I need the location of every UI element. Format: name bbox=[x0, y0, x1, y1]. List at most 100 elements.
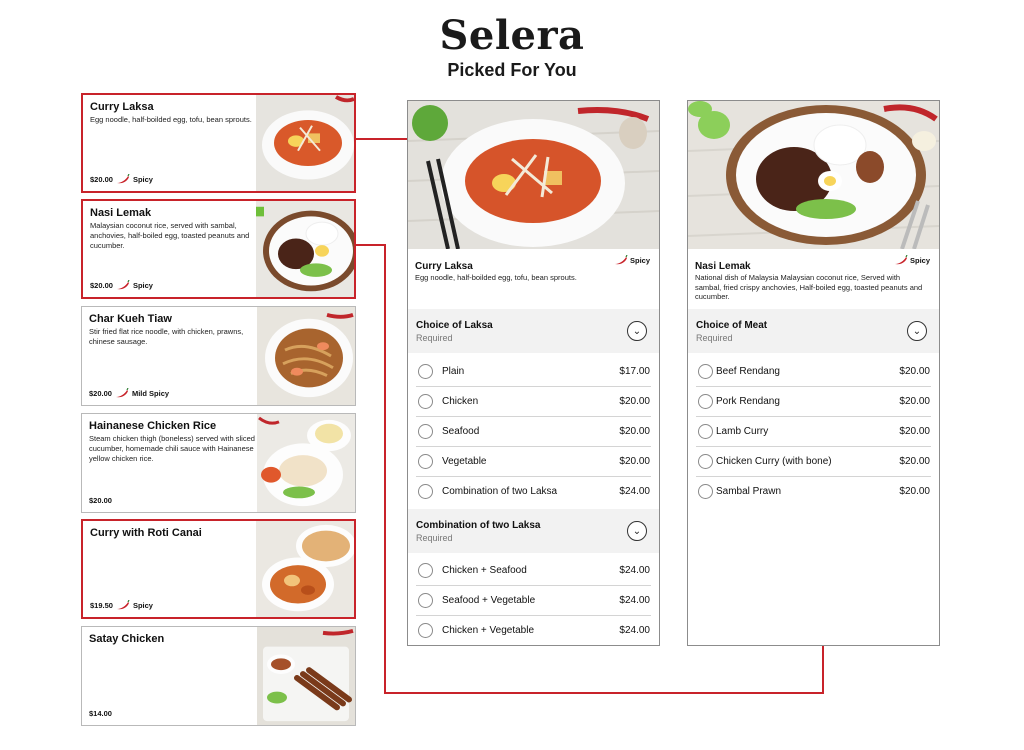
option-price: $20.00 bbox=[619, 396, 650, 407]
menu-item-name: Char Kueh Tiaw bbox=[89, 313, 172, 325]
menu-item-price: $20.00 bbox=[90, 174, 113, 184]
option-row[interactable]: Chicken $20.00 bbox=[408, 387, 659, 417]
option-price: $20.00 bbox=[899, 396, 930, 407]
radio-button[interactable] bbox=[698, 484, 713, 499]
menu-item-desc: Steam chicken thigh (boneless) served wi… bbox=[89, 434, 255, 463]
dish-title: Curry Laksa bbox=[415, 261, 473, 272]
option-row[interactable]: Chicken + Vegetable $24.00 bbox=[408, 616, 659, 645]
radio-button[interactable] bbox=[418, 593, 433, 608]
option-label: Chicken bbox=[442, 396, 479, 407]
option-group-header[interactable]: Choice of Meat Required ⌄ bbox=[688, 309, 939, 353]
chevron-down-icon[interactable]: ⌄ bbox=[907, 321, 927, 341]
menu-item-price: $14.00 bbox=[89, 709, 112, 718]
option-group-title: Combination of two Laksa bbox=[416, 520, 541, 531]
option-row[interactable]: Seafood $20.00 bbox=[408, 417, 659, 447]
option-price: $20.00 bbox=[899, 456, 930, 467]
menu-item-hainanese-chicken-rice[interactable]: Hainanese Chicken Rice Steam chicken thi… bbox=[81, 413, 356, 513]
dish-photo bbox=[257, 414, 355, 512]
option-row[interactable]: Pork Rendang $20.00 bbox=[688, 387, 939, 417]
option-row[interactable]: Chicken Curry (with bone) $20.00 bbox=[688, 447, 939, 477]
radio-button[interactable] bbox=[418, 454, 433, 469]
radio-button[interactable] bbox=[418, 364, 433, 379]
menu-item-name: Satay Chicken bbox=[89, 633, 165, 645]
spice-label: Spicy bbox=[909, 255, 930, 265]
radio-button[interactable] bbox=[698, 454, 713, 469]
option-group-header[interactable]: Combination of two Laksa Required ⌄ bbox=[408, 509, 659, 553]
option-price: $17.00 bbox=[619, 366, 650, 377]
menu-item-price: $20.00 bbox=[89, 496, 112, 505]
option-row[interactable]: Seafood + Vegetable $24.00 bbox=[408, 586, 659, 616]
required-label: Required bbox=[416, 333, 453, 343]
option-price: $24.00 bbox=[619, 565, 650, 576]
radio-button[interactable] bbox=[698, 394, 713, 409]
chili-icon bbox=[116, 174, 130, 184]
option-label: Pork Rendang bbox=[716, 396, 780, 407]
radio-button[interactable] bbox=[418, 484, 433, 499]
required-label: Required bbox=[696, 333, 733, 343]
menu-item-desc: Malaysian coconut rice, served with samb… bbox=[90, 221, 250, 250]
option-price: $20.00 bbox=[899, 486, 930, 497]
option-price: $24.00 bbox=[619, 486, 650, 497]
option-row[interactable]: Sambal Prawn $20.00 bbox=[688, 477, 939, 507]
option-label: Chicken Curry (with bone) bbox=[716, 456, 832, 467]
option-row[interactable]: Vegetable $20.00 bbox=[408, 447, 659, 477]
option-price: $20.00 bbox=[899, 426, 930, 437]
menu-item-name: Hainanese Chicken Rice bbox=[89, 420, 217, 432]
chevron-down-icon[interactable]: ⌄ bbox=[627, 521, 647, 541]
radio-button[interactable] bbox=[418, 563, 433, 578]
dish-hero-photo bbox=[408, 101, 659, 249]
menu-item-desc: Stir fried flat rice noodle, with chicke… bbox=[89, 327, 244, 346]
spice-label: Spicy bbox=[629, 255, 650, 265]
menu-item-desc: Egg noodle, half-boilded egg, tofu, bean… bbox=[90, 115, 252, 124]
option-price: $20.00 bbox=[619, 426, 650, 437]
option-label: Combination of two Laksa bbox=[442, 486, 558, 497]
dish-description: Egg noodle, half-boilded egg, tofu, bean… bbox=[415, 273, 577, 282]
menu-item-satay-chicken[interactable]: Satay Chicken $14.00 bbox=[81, 626, 356, 726]
connector-line bbox=[356, 138, 408, 140]
connector-line bbox=[822, 646, 824, 694]
option-label: Seafood bbox=[442, 426, 480, 437]
dish-photo bbox=[256, 95, 354, 191]
menu-item-name: Nasi Lemak bbox=[90, 207, 152, 219]
option-price: $20.00 bbox=[619, 456, 650, 467]
option-price: $24.00 bbox=[619, 625, 650, 636]
radio-button[interactable] bbox=[698, 364, 713, 379]
option-group-title: Choice of Laksa bbox=[416, 320, 493, 331]
page-title: Picked For You bbox=[447, 60, 577, 80]
chevron-down-icon[interactable]: ⌄ bbox=[627, 321, 647, 341]
dish-photo bbox=[257, 307, 355, 405]
menu-item-curry-laksa[interactable]: Curry Laksa Egg noodle, half-boilded egg… bbox=[81, 93, 356, 193]
option-price: $24.00 bbox=[619, 595, 650, 606]
menu-item-char-kueh-tiaw[interactable]: Char Kueh Tiaw Stir fried flat rice nood… bbox=[81, 306, 356, 406]
option-row[interactable]: Beef Rendang $20.00 bbox=[688, 357, 939, 387]
spice-label: Mild Spicy bbox=[131, 388, 170, 398]
dish-hero-photo bbox=[688, 101, 939, 249]
dish-title: Nasi Lemak bbox=[695, 261, 751, 272]
option-label: Chicken + Vegetable bbox=[442, 625, 535, 636]
menu-item-curry-roti-canai[interactable]: Curry with Roti Canai $19.50 Spicy bbox=[81, 519, 356, 619]
option-label: Plain bbox=[442, 366, 465, 377]
chili-icon bbox=[894, 255, 908, 265]
dish-description: National dish of Malaysia Malaysian coco… bbox=[695, 273, 923, 301]
radio-button[interactable] bbox=[698, 424, 713, 439]
option-label: Vegetable bbox=[442, 456, 487, 467]
menu-item-price: $19.50 bbox=[90, 600, 113, 610]
menu-item-price: $20.00 bbox=[89, 388, 112, 398]
radio-button[interactable] bbox=[418, 394, 433, 409]
connector-line bbox=[384, 692, 824, 694]
option-row[interactable]: Chicken + Seafood $24.00 bbox=[408, 556, 659, 586]
connector-line bbox=[384, 244, 386, 694]
option-row[interactable]: Combination of two Laksa $24.00 bbox=[408, 477, 659, 507]
option-label: Sambal Prawn bbox=[716, 486, 782, 497]
menu-item-nasi-lemak[interactable]: Nasi Lemak Malaysian coconut rice, serve… bbox=[81, 199, 356, 299]
option-row[interactable]: Lamb Curry $20.00 bbox=[688, 417, 939, 447]
chili-icon bbox=[116, 280, 130, 290]
option-row[interactable]: Plain $17.00 bbox=[408, 357, 659, 387]
radio-button[interactable] bbox=[418, 623, 433, 638]
option-group-header[interactable]: Choice of Laksa Required ⌄ bbox=[408, 309, 659, 353]
radio-button[interactable] bbox=[418, 424, 433, 439]
connector-line bbox=[356, 244, 386, 246]
option-label: Chicken + Seafood bbox=[442, 565, 527, 576]
chili-icon bbox=[115, 388, 129, 398]
spice-label: Spicy bbox=[132, 600, 153, 610]
